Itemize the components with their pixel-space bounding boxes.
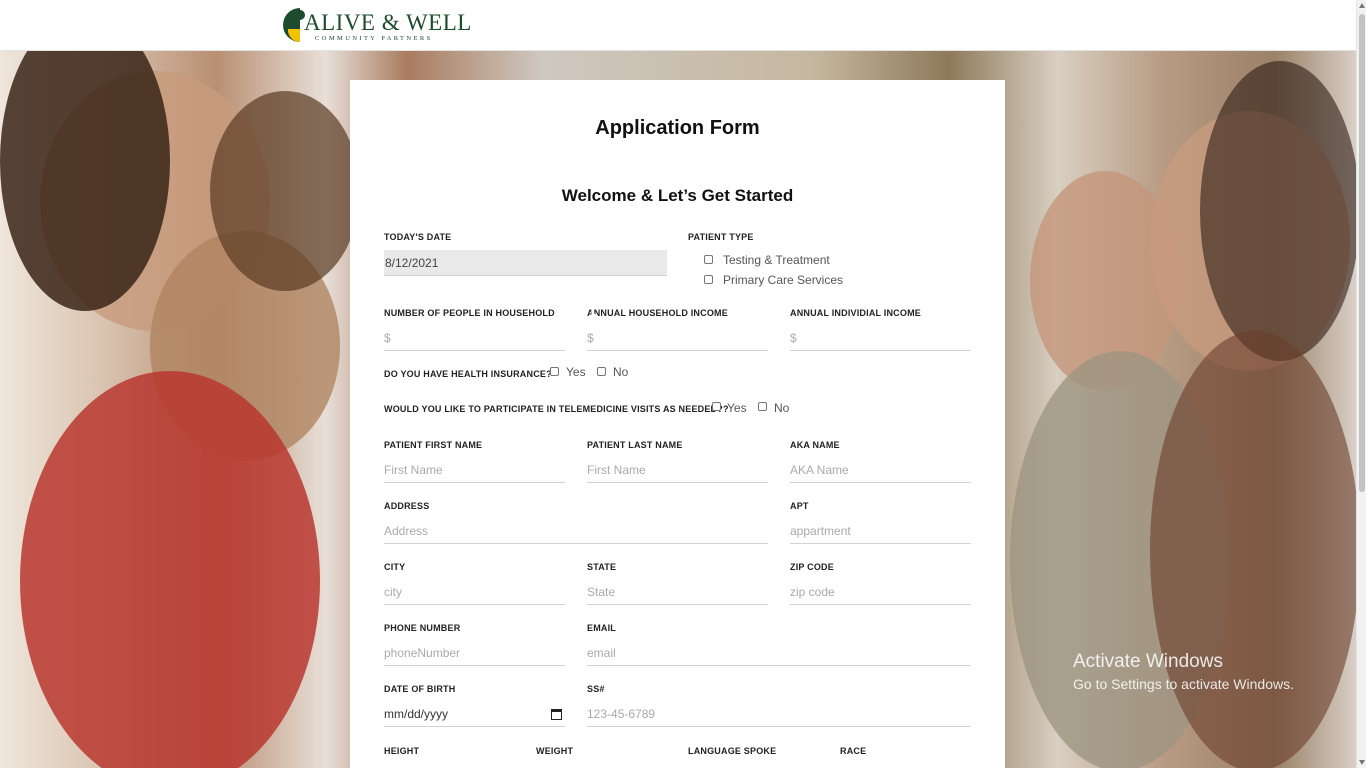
dob-input[interactable]: mm/dd/yyyy <box>384 701 565 727</box>
insurance-no-checkbox[interactable] <box>597 367 606 376</box>
todays-date-label: TODAY'S DATE <box>384 232 452 242</box>
page-scrollbar[interactable] <box>1356 0 1366 768</box>
scroll-up-icon[interactable] <box>1359 3 1365 8</box>
telemedicine-yes-checkbox[interactable] <box>712 402 721 411</box>
dob-label: DATE OF BIRTH <box>384 684 456 694</box>
household-size-input[interactable]: $ <box>384 325 565 351</box>
telemedicine-no-label: No <box>774 401 790 415</box>
testing-treatment-label: Testing & Treatment <box>723 253 830 267</box>
household-income-input[interactable]: $ <box>587 325 768 351</box>
insurance-yes-checkbox[interactable] <box>550 367 559 376</box>
height-label: HEIGHT <box>384 746 420 756</box>
scrollbar-thumb[interactable] <box>1359 14 1365 492</box>
state-input[interactable]: State <box>587 579 768 605</box>
windows-activation-watermark: Activate Windows Go to Settings to activ… <box>1073 650 1294 694</box>
address-input[interactable]: Address <box>384 518 768 544</box>
race-label: RACE <box>840 746 867 756</box>
phone-label: PHONE NUMBER <box>384 623 461 633</box>
city-input[interactable]: city <box>384 579 565 605</box>
last-name-label: PATIENT LAST NAME <box>587 440 683 450</box>
watermark-title: Activate Windows <box>1073 651 1223 672</box>
section-title: Welcome & Let’s Get Started <box>561 186 794 205</box>
language-label: LANGUAGE SPOKE <box>688 746 777 756</box>
first-name-label: PATIENT FIRST NAME <box>384 440 483 450</box>
ssn-label: SS# <box>587 684 605 694</box>
page-title: Application Form <box>595 117 760 139</box>
email-label: EMAIL <box>587 623 616 633</box>
last-name-input[interactable]: First Name <box>587 457 768 483</box>
site-header: ALIVE & WELL COMMUNITY PARTNERS <box>0 0 1356 51</box>
application-form: Application Form Welcome & Let’s Get Sta… <box>350 80 1005 768</box>
apt-input[interactable]: appartment <box>790 518 971 544</box>
individual-income-input[interactable]: $ <box>790 325 971 351</box>
telemedicine-no-checkbox[interactable] <box>758 402 767 411</box>
aka-name-label: AKA NAME <box>790 440 840 450</box>
weight-label: WEIGHT <box>536 746 574 756</box>
primary-care-label: Primary Care Services <box>723 273 844 287</box>
watermark-subtitle: Go to Settings to activate Windows. <box>1073 676 1294 692</box>
zip-label: ZIP CODE <box>790 562 834 572</box>
scroll-down-icon[interactable] <box>1359 760 1365 765</box>
insurance-no-label: No <box>613 365 629 379</box>
phone-input[interactable]: phoneNumber <box>384 640 565 666</box>
zip-input[interactable]: zip code <box>790 579 971 605</box>
testing-treatment-checkbox[interactable] <box>704 255 713 264</box>
city-label: CITY <box>384 562 406 572</box>
todays-date-input[interactable]: 8/12/2021 <box>384 250 667 276</box>
individual-income-label: ANNUAL INDIVIDIAL INCOME <box>790 308 921 318</box>
state-label: STATE <box>587 562 617 572</box>
insurance-label: DO YOU HAVE HEALTH INSURANCE? <box>384 369 552 379</box>
calendar-icon[interactable] <box>551 709 562 720</box>
site-logo[interactable]: ALIVE & WELL COMMUNITY PARTNERS <box>282 6 471 44</box>
patient-type-label: PATIENT TYPE <box>688 232 754 242</box>
household-income-label: ANNUAL HOUSEHOLD INCOME <box>587 308 728 318</box>
first-name-input[interactable]: First Name <box>384 457 565 483</box>
household-size-label: NUMBER OF PEOPLE IN HOUSEHOLD <box>384 308 555 318</box>
logo-text: ALIVE & WELL <box>304 10 472 35</box>
aka-name-input[interactable]: AKA Name <box>790 457 971 483</box>
email-input[interactable]: email <box>587 640 971 666</box>
telemedicine-label: WOULD YOU LIKE TO PARTICIPATE IN TELEMED… <box>384 404 729 414</box>
telemedicine-yes-label: Yes <box>727 401 747 415</box>
logo-subtext: COMMUNITY PARTNERS <box>315 35 433 42</box>
insurance-yes-label: Yes <box>566 365 586 379</box>
apt-label: APT <box>790 501 809 511</box>
primary-care-checkbox[interactable] <box>704 275 713 284</box>
address-label: ADDRESS <box>384 501 430 511</box>
ssn-input[interactable]: 123-45-6789 <box>587 701 971 727</box>
